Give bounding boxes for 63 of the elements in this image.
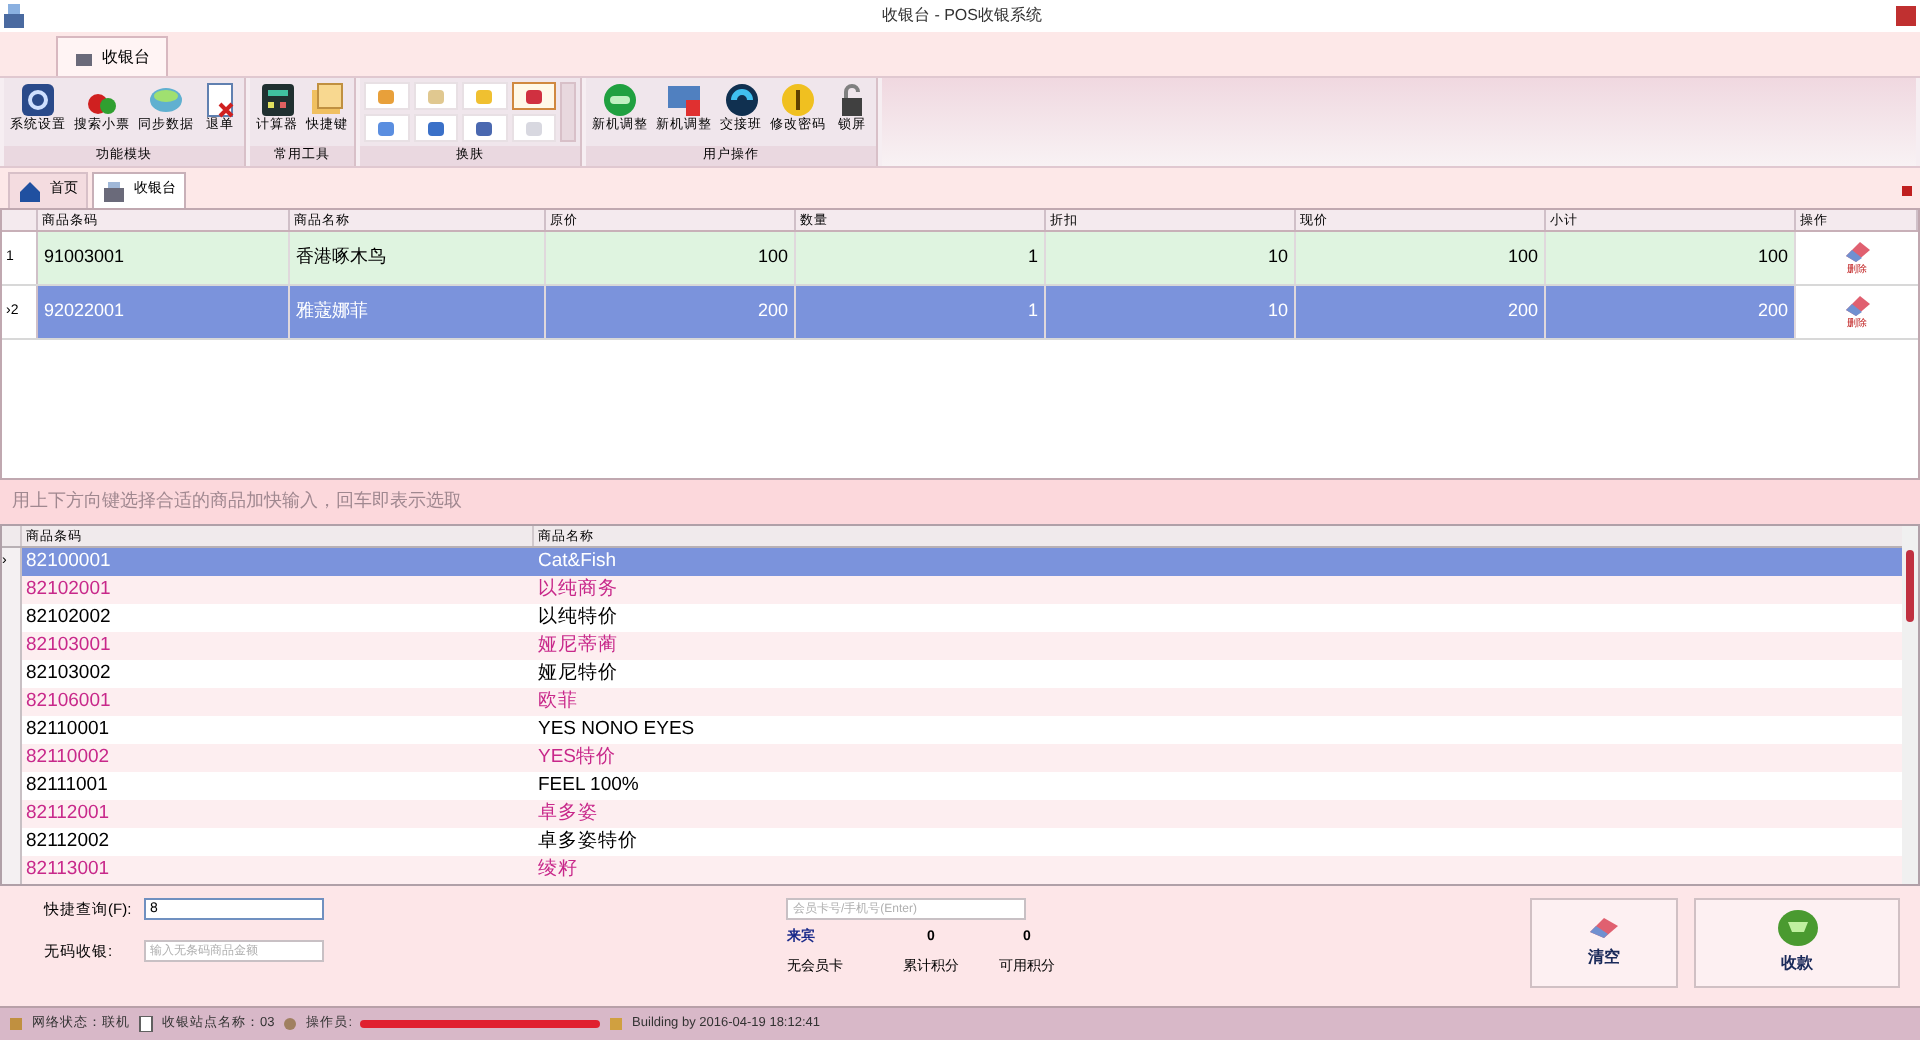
table-cell-text: 82111001 [24,772,110,800]
list-row[interactable]: 82113001 绫籽 [2,856,1902,884]
table-cell-text: YES NONO EYES [536,716,697,744]
table-cell: 91003001 [38,232,290,284]
list-row[interactable]: 82110002 YES特价 [2,744,1902,772]
table-cell-text: 欧菲 [536,688,580,716]
table-cell-text: 82102001 [24,576,113,604]
cart-icon [1777,910,1818,946]
home-icon [18,179,42,203]
table-cell-text: YES特价 [536,744,619,772]
register-icon [102,179,126,203]
table-cell-text: 娅尼蒂蔺 [536,632,620,660]
table-cell-text: 82110001 [24,716,112,744]
table-cell: 92022001 [38,286,290,338]
window-title: 收银台 - POS收银系统 [879,4,1044,28]
hint-text: 用上下方向键选择合适的商品加快输入，回车即表示选取 [12,488,462,515]
table-cell-text: 82100001 [24,548,113,576]
table-cell-text: 82102002 [24,604,113,632]
table-cell-text: 82110002 [24,744,112,772]
table-cell: 雅蔻娜菲 [290,286,546,338]
page-icon [138,1016,154,1032]
document-icon [202,82,238,118]
table-cell-text: FEEL 100% [536,772,641,800]
eraser-icon [1843,240,1871,264]
list-row[interactable]: 82102001 以纯商务 [2,576,1902,604]
app-icon [0,2,28,30]
scroll-bar[interactable] [560,82,576,142]
eraser-icon [1588,916,1621,940]
calculator-icon [259,82,295,118]
pay-button[interactable]: 收款 [1694,898,1901,988]
skin-button[interactable] [511,82,556,110]
table-cell-text: 82103001 [24,632,113,660]
table-cell: 香港啄木鸟 [290,232,546,284]
scroll-bar[interactable] [1902,526,1918,884]
table-cell: 100 [546,232,796,284]
eraser-icon [1843,294,1871,318]
table-cell: 200 [1296,286,1546,338]
ribbon-tab[interactable]: 收银台 [56,36,168,76]
folder-icon [309,82,345,118]
table-cell-text: 卓多姿 [536,800,600,828]
table-cell-text: 82103002 [24,660,113,688]
table-cell-text: 82106001 [24,688,113,716]
table-cell: 100 [1296,232,1546,284]
table-cell-text: 82113001 [24,856,112,884]
table-cell: 1 [796,286,1046,338]
table-cell-text: 以纯特价 [536,604,620,632]
table-cell-text: 82112001 [24,800,112,828]
table-cell: 200 [546,286,796,338]
table-cell-text: 82112002 [24,828,112,856]
list-row[interactable]: 82112001 卓多姿 [2,800,1902,828]
clear-button[interactable]: 清空 [1530,898,1679,988]
table-cell: 10 [1046,286,1296,338]
gear-icon [20,82,56,118]
table-cell: 10 [1046,232,1296,284]
list-row[interactable]: 82106001 欧菲 [2,688,1902,716]
table-cell-text: 娅尼特价 [536,660,620,688]
table-cell-text: 绫籽 [536,856,580,884]
list-row[interactable]: 82103001 娅尼蒂蔺 [2,632,1902,660]
table-cell-text: Cat&Fish [536,548,619,576]
table-cell-text: 卓多姿特价 [536,828,640,856]
table-cell-text: 以纯商务 [536,576,620,604]
monitor-icon [666,82,702,118]
table-cell: 1 [796,232,1046,284]
